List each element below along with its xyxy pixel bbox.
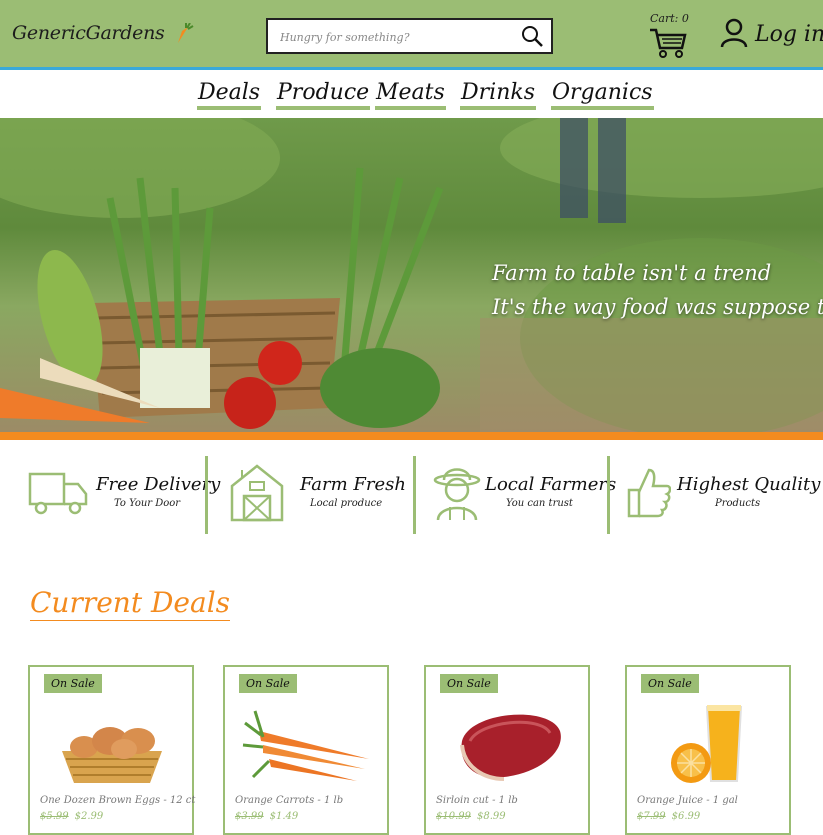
hero-tagline-line1: Farm to table isn't a trend	[492, 261, 772, 285]
feature-local-farmers: Local Farmers You can trust	[432, 462, 616, 522]
feature-farm-fresh: Farm Fresh Local produce	[228, 462, 408, 522]
feature-title: Local Farmers	[485, 474, 617, 495]
sale-price: $8.99	[477, 811, 506, 822]
sale-price: $1.49	[269, 811, 299, 822]
carrots-image	[242, 710, 369, 781]
product-price: $10.99 $8.99	[436, 811, 506, 822]
search-icon[interactable]	[521, 25, 543, 47]
feature-subtitle: You can trust	[506, 498, 573, 509]
carrot-icon	[178, 23, 194, 43]
sale-badge: On Sale	[239, 674, 297, 693]
hero-tagline: Farm to table isn't a trend It's the way…	[492, 256, 823, 324]
sale-badge: On Sale	[641, 674, 699, 693]
hero-tagline-line2: It's the way food was suppose to be	[492, 295, 823, 319]
cart-button[interactable]: Cart: 0	[646, 10, 690, 60]
hero-banner: Farm to table isn't a trend It's the way…	[0, 118, 823, 432]
old-price: $10.99	[436, 811, 471, 822]
sale-price: $6.99	[671, 811, 701, 822]
nav-item-meats[interactable]: Meats	[375, 80, 446, 110]
old-price: $5.99	[40, 811, 69, 822]
feature-title: Farm Fresh	[300, 474, 406, 495]
old-price: $7.99	[637, 811, 666, 822]
search-input[interactable]	[278, 26, 512, 48]
cart-icon	[650, 28, 687, 58]
sale-price: $2.99	[74, 811, 104, 822]
old-price: $3.99	[235, 811, 264, 822]
thumbs-up-icon	[627, 468, 671, 518]
feature-divider	[413, 456, 416, 534]
product-name: Sirloin cut - 1 lb	[436, 795, 518, 806]
nav-item-drinks[interactable]: Drinks	[460, 80, 536, 110]
steak-image	[460, 714, 561, 781]
current-deals-heading[interactable]: Current Deals	[30, 586, 231, 621]
logo-text: GenericGardens	[12, 22, 165, 44]
feature-subtitle: To Your Door	[114, 498, 181, 509]
nav-item-produce[interactable]: Produce	[276, 80, 371, 110]
sale-badge: On Sale	[440, 674, 498, 693]
feature-subtitle: Products	[715, 498, 761, 509]
feature-highest-quality: Highest Quality Products	[627, 462, 820, 522]
eggs-image	[62, 727, 162, 783]
deal-card[interactable]: On Sale Sirloin cut - 1 lb $10.99 $8.99	[424, 665, 590, 835]
login-label: Log in	[755, 22, 823, 47]
user-icon	[720, 18, 748, 48]
product-price: $3.99 $1.49	[235, 811, 298, 822]
site-header: GenericGardens Cart: 0 Log in	[0, 0, 823, 70]
product-name: Orange Juice - 1 gal	[637, 795, 738, 806]
feature-subtitle: Local produce	[310, 498, 383, 509]
truck-icon	[28, 472, 88, 515]
search-box[interactable]	[266, 18, 553, 54]
product-price: $7.99 $6.99	[637, 811, 700, 822]
sale-badge: On Sale	[44, 674, 102, 693]
feature-title: Free Delivery	[96, 474, 221, 495]
product-name: One Dozen Brown Eggs - 12 ct	[40, 795, 196, 806]
feature-divider	[205, 456, 208, 534]
nav-item-deals[interactable]: Deals	[197, 80, 262, 110]
barn-icon	[230, 464, 284, 522]
deal-card[interactable]: On Sale Orange Carrots - 1 lb $3.99 $1.49	[223, 665, 389, 835]
nav-item-organics[interactable]: Organics	[551, 80, 654, 110]
feature-title: Highest Quality	[677, 474, 821, 495]
farmer-icon	[433, 468, 481, 521]
deal-card[interactable]: On Sale One Dozen Brown Eggs - 12 ct $5.…	[28, 665, 196, 835]
site-logo[interactable]: GenericGardens	[12, 22, 194, 45]
hero-divider	[0, 432, 823, 440]
cart-count: Cart: 0	[650, 12, 689, 25]
orange-juice-image	[671, 705, 743, 783]
product-name: Orange Carrots - 1 lb	[235, 795, 344, 806]
product-price: $5.99 $2.99	[40, 811, 103, 822]
main-nav: Deals Produce Meats Drinks Organics	[0, 70, 823, 118]
feature-free-delivery: Free Delivery To Your Door	[28, 462, 220, 522]
feature-divider	[607, 456, 610, 534]
deal-card[interactable]: On Sale Orange Juice - 1 gal $7.99 $6.99	[625, 665, 791, 835]
